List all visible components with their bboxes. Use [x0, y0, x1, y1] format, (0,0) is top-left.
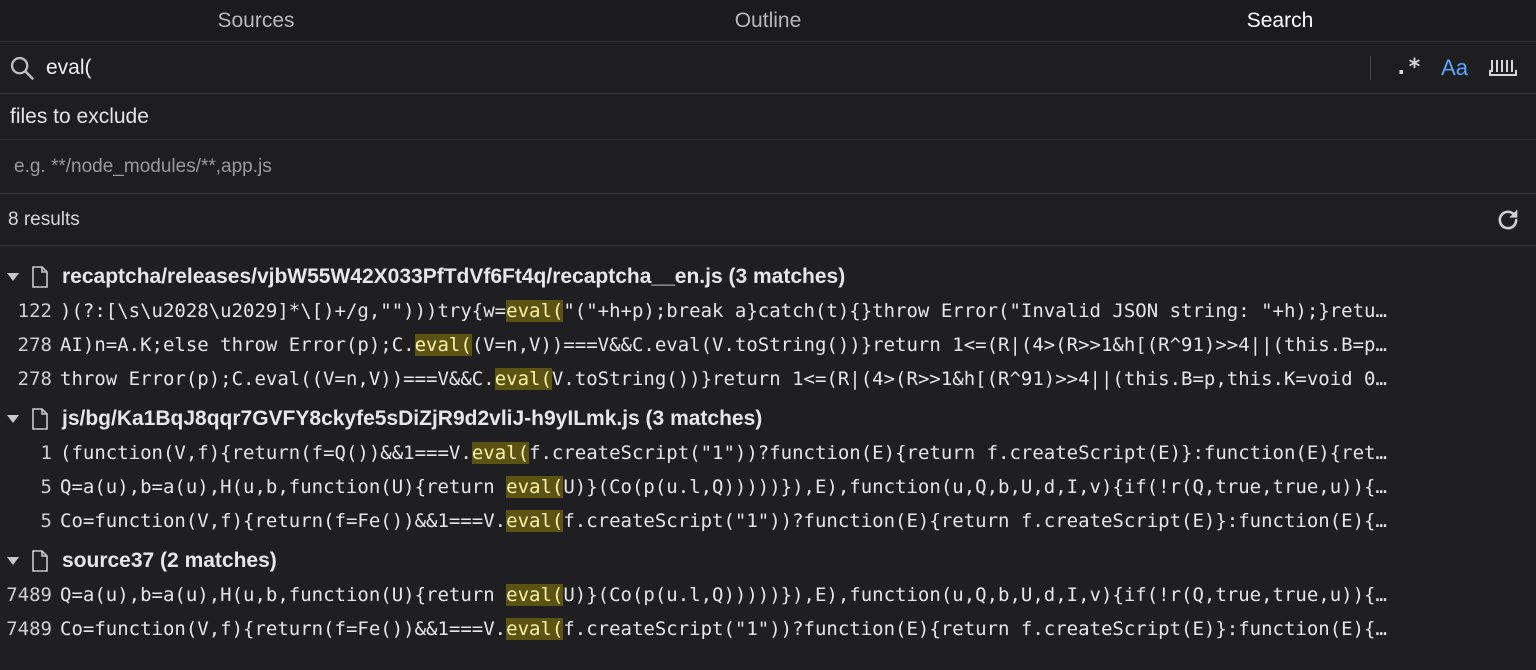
search-divider — [1369, 55, 1371, 80]
file-icon — [32, 266, 48, 288]
whole-word-icon[interactable] — [1488, 57, 1518, 79]
match-prefix: throw Error(p);C.eval((V=n,V))===V&&C. — [60, 368, 495, 390]
result-file-name: source37 (2 matches) — [62, 549, 277, 572]
match-prefix: (function(V,f){return(f=Q())&&1===V. — [60, 442, 472, 464]
result-file-name: js/bg/Ka1BqJ8qqr7GVFY8ckyfe5sDiZjR9d2vli… — [62, 407, 763, 430]
line-number: 5 — [40, 476, 52, 498]
match-code: Co=function(V,f){return(f=Fe())&&1===V.e… — [60, 618, 1536, 640]
chevron-down-icon[interactable] — [6, 412, 20, 426]
match-prefix: Q=a(u),b=a(u),H(u,b,function(U){return — [60, 584, 507, 606]
match-prefix: Co=function(V,f){return(f=Fe())&&1===V. — [60, 618, 507, 640]
match-highlight: eval( — [471, 442, 530, 464]
match-code: Q=a(u),b=a(u),H(u,b,function(U){return e… — [60, 476, 1536, 498]
line-number: 278 — [17, 368, 52, 390]
refresh-icon[interactable] — [1494, 206, 1522, 234]
chevron-down-icon[interactable] — [6, 270, 20, 284]
match-suffix: (V=n,V))===V&&C.eval(V.toString())}retur… — [471, 334, 1387, 356]
line-number: 7489 — [6, 584, 52, 606]
result-file-header[interactable]: source37 (2 matches) — [0, 544, 1536, 578]
search-input[interactable] — [46, 55, 1356, 80]
result-match-line[interactable]: 278 AI)n=A.K;else throw Error(p);C.eval((… — [0, 328, 1536, 362]
regex-toggle[interactable]: .* — [1395, 55, 1422, 80]
match-highlight: eval( — [494, 368, 552, 390]
result-file-header[interactable]: recaptcha/releases/vjbW55W42X033PfTdVf6F… — [0, 260, 1536, 294]
result-file-group: source37 (2 matches) 7489 Q=a(u),b=a(u),H(… — [0, 544, 1536, 646]
match-prefix: AI)n=A.K;else throw Error(p);C. — [60, 334, 415, 356]
tab-search[interactable]: Search — [1024, 0, 1536, 41]
match-highlight: eval( — [506, 618, 564, 640]
result-file-header[interactable]: js/bg/Ka1BqJ8qqr7GVFY8ckyfe5sDiZjR9d2vli… — [0, 402, 1536, 436]
match-case-toggle[interactable]: Aa — [1441, 55, 1468, 81]
search-icon — [10, 56, 34, 80]
file-icon — [32, 550, 48, 572]
chevron-down-icon[interactable] — [6, 554, 20, 568]
match-suffix: f.createScript("1"))?function(E){return … — [529, 442, 1387, 464]
result-file-name: recaptcha/releases/vjbW55W42X033PfTdVf6F… — [62, 265, 846, 288]
result-match-line[interactable]: 122 )(?:[\s\u2028\u2029]*\[)+/g,"")))try{… — [0, 294, 1536, 328]
exclude-input[interactable] — [0, 140, 1536, 193]
result-match-line[interactable]: 5 Co=function(V,f){return(f=Fe())&&1===V.… — [0, 504, 1536, 538]
match-highlight: eval( — [414, 334, 472, 356]
match-suffix: V.toString())}return 1<=(R|(4>(R>>1&h[(R… — [551, 368, 1387, 390]
match-prefix: Co=function(V,f){return(f=Fe())&&1===V. — [60, 510, 507, 532]
result-match-line[interactable]: 5 Q=a(u),b=a(u),H(u,b,function(U){return … — [0, 470, 1536, 504]
result-match-line[interactable]: 1 (function(V,f){return(f=Q())&&1===V.eva… — [0, 436, 1536, 470]
match-code: Q=a(u),b=a(u),H(u,b,function(U){return e… — [60, 584, 1536, 606]
match-suffix: U)}(Co(p(u.l,Q)))))}),E),function(u,Q,b,… — [563, 476, 1387, 498]
match-suffix: U)}(Co(p(u.l,Q)))))}),E),function(u,Q,b,… — [563, 584, 1387, 606]
line-number: 7489 — [6, 618, 52, 640]
match-highlight: eval( — [506, 300, 564, 322]
result-match-line[interactable]: 7489 Q=a(u),b=a(u),H(u,b,function(U){retu… — [0, 578, 1536, 612]
exclude-input-row — [0, 140, 1536, 194]
match-suffix: "("+h+p);break a}catch(t){}throw Error("… — [563, 300, 1387, 322]
match-highlight: eval( — [506, 476, 564, 498]
line-number: 122 — [17, 300, 52, 322]
results-count: 8 results — [8, 208, 80, 230]
line-number: 5 — [40, 510, 52, 532]
match-code: AI)n=A.K;else throw Error(p);C.eval((V=n… — [60, 334, 1536, 356]
result-match-line[interactable]: 7489 Co=function(V,f){return(f=Fe())&&1==… — [0, 612, 1536, 646]
tab-outline[interactable]: Outline — [512, 0, 1024, 41]
match-code: Co=function(V,f){return(f=Fe())&&1===V.e… — [60, 510, 1536, 532]
file-icon — [32, 408, 48, 430]
results-list: recaptcha/releases/vjbW55W42X033PfTdVf6F… — [0, 246, 1536, 646]
match-highlight: eval( — [506, 510, 564, 532]
result-file-group: recaptcha/releases/vjbW55W42X033PfTdVf6F… — [0, 260, 1536, 396]
line-number: 278 — [17, 334, 52, 356]
results-summary-bar: 8 results — [0, 194, 1536, 246]
match-suffix: f.createScript("1"))?function(E){return … — [563, 510, 1387, 532]
match-code: (function(V,f){return(f=Q())&&1===V.eval… — [60, 442, 1536, 464]
match-prefix: )(?:[\s\u2028\u2029]*\[)+/g,"")))try{w= — [60, 300, 507, 322]
match-code: throw Error(p);C.eval((V=n,V))===V&&C.ev… — [60, 368, 1536, 390]
match-highlight: eval( — [506, 584, 564, 606]
line-number: 1 — [40, 442, 52, 464]
match-prefix: Q=a(u),b=a(u),H(u,b,function(U){return — [60, 476, 507, 498]
match-code: )(?:[\s\u2028\u2029]*\[)+/g,"")))try{w=e… — [60, 300, 1536, 322]
panel-tabs: Sources Outline Search — [0, 0, 1536, 42]
tab-sources[interactable]: Sources — [0, 0, 512, 41]
search-bar: .* Aa — [0, 42, 1536, 94]
files-to-exclude-label: files to exclude — [0, 94, 1536, 140]
result-file-group: js/bg/Ka1BqJ8qqr7GVFY8ckyfe5sDiZjR9d2vli… — [0, 402, 1536, 538]
result-match-line[interactable]: 278 throw Error(p);C.eval((V=n,V))===V&&C… — [0, 362, 1536, 396]
match-suffix: f.createScript("1"))?function(E){return … — [563, 618, 1387, 640]
